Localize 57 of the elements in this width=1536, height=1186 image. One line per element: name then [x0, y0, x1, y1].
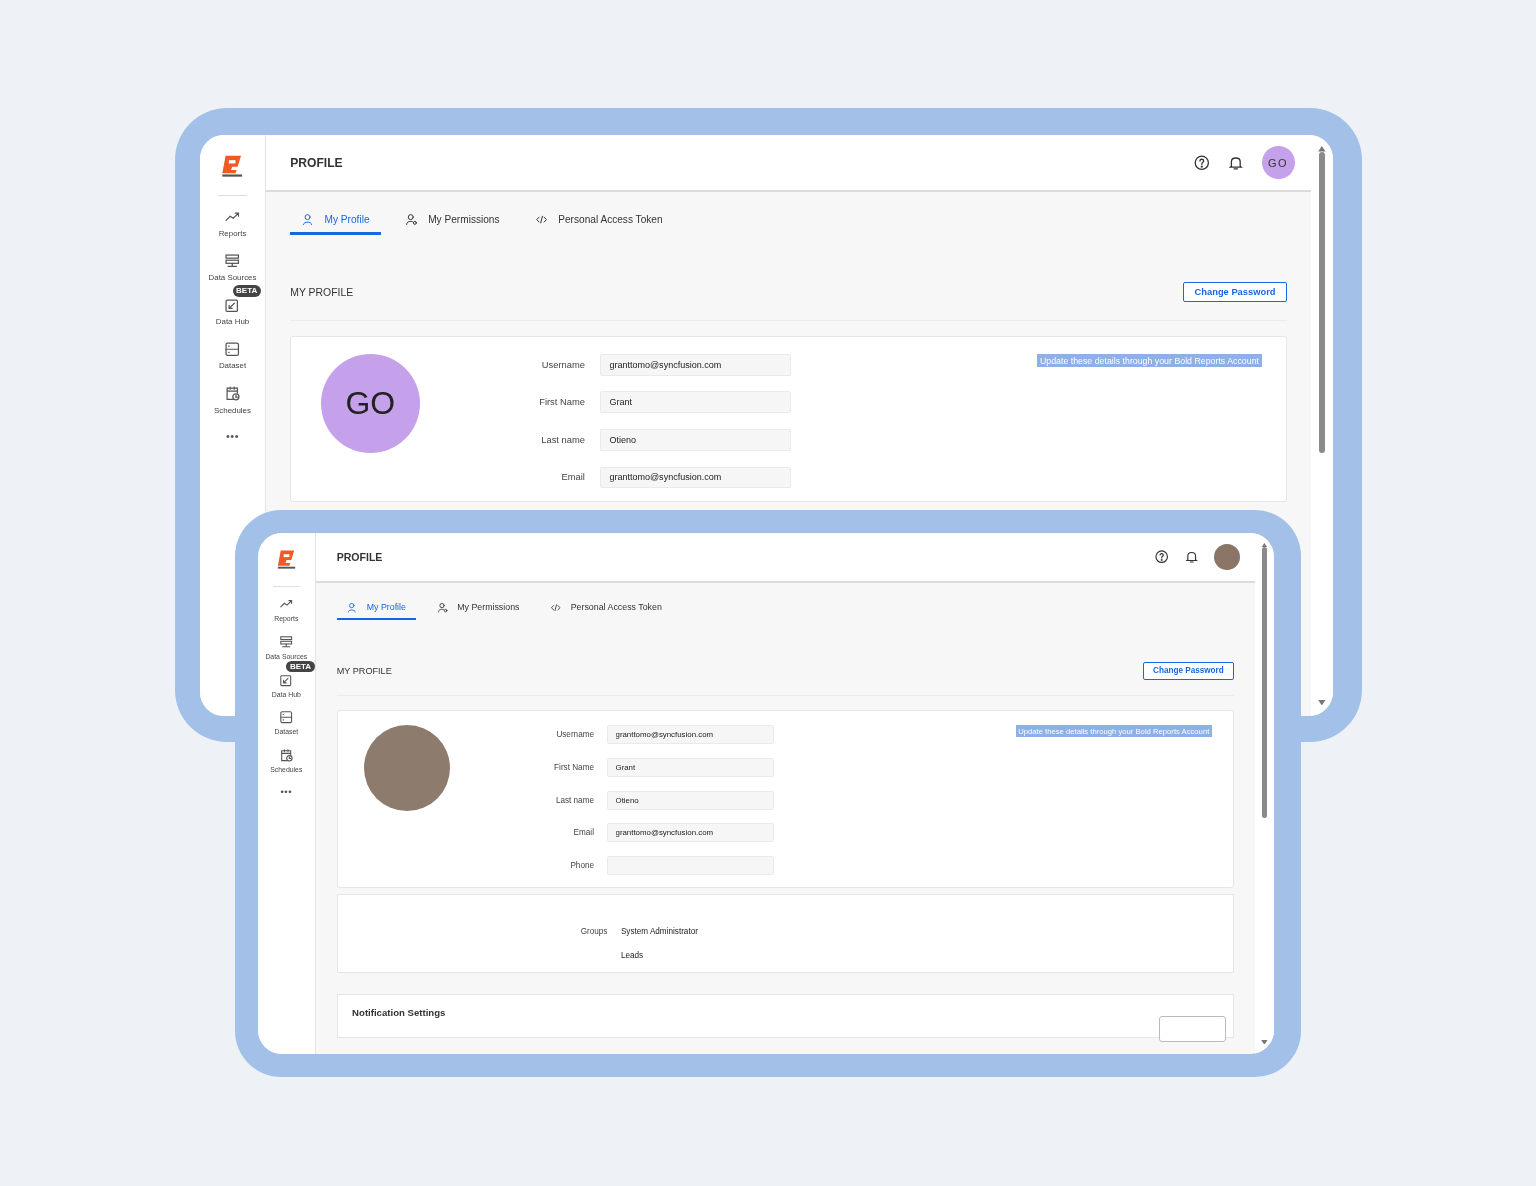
input-field[interactable]: granttomo@syncfusion.com: [600, 466, 791, 489]
input-field[interactable]: Otieno: [600, 429, 791, 451]
beta-badge: BETA: [286, 661, 315, 673]
dataset-icon: [279, 710, 294, 725]
calendar-clock-icon: [224, 385, 241, 402]
chart-frame-icon: [279, 672, 294, 688]
group-name: Leads: [620, 951, 645, 961]
change-password-button[interactable]: Change Password: [1143, 661, 1234, 680]
field-label: Last name: [540, 434, 585, 445]
tab[interactable]: Personal Access Token: [540, 596, 672, 621]
more-button[interactable]: •••: [280, 785, 293, 797]
photo-placeholder[interactable]: [1213, 543, 1241, 571]
tab[interactable]: My Permissions: [393, 207, 511, 235]
tab[interactable]: My Permissions: [427, 596, 530, 621]
field-label: First Name: [538, 397, 585, 408]
scroll-down-icon[interactable]: [1318, 699, 1326, 705]
field-label: Phone: [569, 861, 594, 871]
server-stack-icon: [224, 252, 241, 270]
page-title: PROFILE: [290, 155, 344, 170]
group-name: System Administrator: [620, 927, 699, 937]
user-avatar[interactable]: GO: [1261, 146, 1295, 179]
scrollbar[interactable]: [1254, 533, 1274, 1054]
input-field[interactable]: granttomo@syncfusion.com: [600, 353, 791, 376]
section-title: MY PROFILE: [336, 665, 392, 676]
chart-frame-icon: [224, 296, 241, 314]
user-icon: [346, 601, 358, 614]
beta-badge: BETA: [232, 285, 261, 297]
server-stack-icon: [279, 635, 294, 650]
user-gear-icon: [436, 601, 449, 614]
input-field[interactable]: Grant: [600, 391, 791, 414]
card-title: Notification Settings: [352, 1006, 446, 1018]
field-label: Email: [572, 828, 594, 838]
info-note: Update these details through your Bold Reports Account: [1037, 353, 1262, 368]
bell-icon: [1183, 549, 1200, 565]
tab[interactable]: Personal Access Token: [523, 207, 674, 235]
field-label: First Name: [553, 762, 594, 772]
tab[interactable]: My Profile: [290, 207, 381, 235]
code-icon: [550, 601, 562, 614]
change-password-button[interactable]: Change Password: [1183, 282, 1287, 303]
dataset-icon: [224, 341, 241, 358]
calendar-clock-icon: [279, 748, 294, 763]
field-label: Last name: [554, 795, 594, 805]
scrollbar[interactable]: [1311, 135, 1333, 716]
user-icon: [301, 212, 315, 227]
tab[interactable]: My Profile: [336, 596, 416, 621]
field-label: Groups: [579, 927, 608, 937]
field-label: Username: [540, 359, 585, 370]
help-icon: [1193, 153, 1211, 172]
help-icon: [1154, 549, 1170, 565]
more-button[interactable]: •••: [225, 429, 240, 442]
section-title: MY PROFILE: [290, 286, 354, 298]
field-label: Email: [560, 472, 585, 483]
scroll-down-icon[interactable]: [1261, 1039, 1268, 1045]
field-label: Username: [555, 730, 594, 739]
avatar: GO: [320, 353, 420, 453]
page-title: PROFILE: [336, 551, 384, 563]
user-gear-icon: [404, 212, 419, 227]
